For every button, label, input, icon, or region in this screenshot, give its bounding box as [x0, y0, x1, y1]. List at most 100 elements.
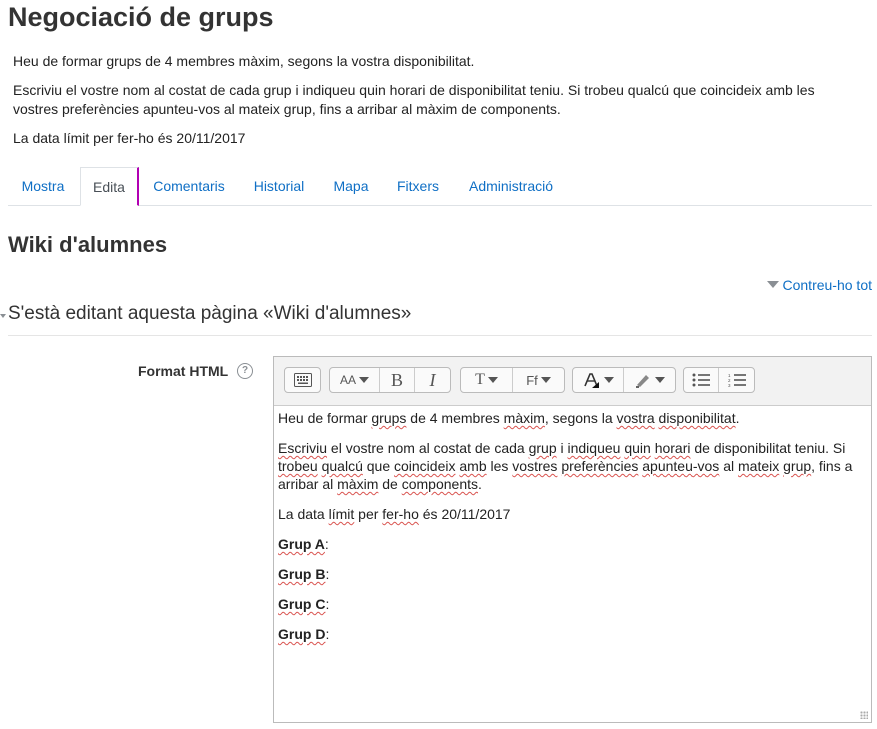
- font-size-caret-icon: [359, 377, 369, 383]
- intro-paragraph-3: La data límit per fer-ho és 20/11/2017: [13, 130, 246, 146]
- spelling-error: qualcú: [321, 458, 363, 474]
- spelling-error: coincideix: [394, 458, 456, 474]
- spelling-error: vostra: [616, 410, 655, 426]
- text-run: de 4 membres: [406, 410, 504, 426]
- spelling-error: fer-ho: [382, 506, 419, 522]
- html-editor: AA B I T Ff 1 2 3 Heu de formar grups de…: [273, 356, 872, 723]
- group-b-colon: :: [325, 566, 330, 582]
- tab-administracio[interactable]: Administració: [458, 167, 564, 205]
- toolbar-toggle-button[interactable]: [285, 368, 320, 392]
- text-color-icon: [583, 373, 599, 388]
- italic-button[interactable]: I: [415, 368, 450, 392]
- toolbar-group-format: T Ff: [460, 367, 565, 393]
- collapse-triangle-icon: [766, 281, 779, 288]
- spelling-error: indiqueu: [567, 440, 621, 456]
- spelling-error: màxim: [503, 410, 545, 426]
- spelling-error: mateix: [738, 458, 780, 474]
- group-a-label: Grup A: [278, 536, 325, 552]
- spelling-error: disponibilitat: [658, 410, 736, 426]
- ordered-list-button[interactable]: 1 2 3: [719, 368, 754, 392]
- keyboard-icon: [293, 373, 312, 387]
- section-toggle-icon[interactable]: [0, 314, 6, 318]
- bullet-list-icon: [692, 373, 710, 387]
- group-c-colon: :: [325, 596, 330, 612]
- highlight-button[interactable]: [624, 368, 675, 392]
- group-d-line: Grup D:: [278, 625, 868, 643]
- font-size-button[interactable]: AA: [330, 368, 380, 392]
- spelling-error: components: [401, 476, 479, 492]
- text-run: i: [556, 440, 568, 456]
- editor-paragraph-1: Heu de formar grups de 4 membres màxim, …: [278, 409, 868, 427]
- tab-historial[interactable]: Historial: [244, 167, 314, 205]
- collapse-all-link[interactable]: Contreu-ho tot: [766, 277, 873, 293]
- tab-comentaris[interactable]: Comentaris: [144, 167, 234, 205]
- text-run: de disponibilitat teniu. Si: [690, 440, 846, 456]
- font-family-button[interactable]: Ff: [513, 368, 564, 392]
- group-a-colon: :: [324, 536, 329, 552]
- editor-toolbar: AA B I T Ff 1 2 3: [274, 357, 871, 406]
- group-b-label: Grup B: [278, 566, 326, 582]
- text-run: les: [486, 458, 513, 474]
- legend-divider: [8, 335, 872, 336]
- bold-button[interactable]: B: [380, 368, 415, 392]
- help-icon[interactable]: ?: [237, 363, 253, 379]
- spelling-error: grup: [783, 458, 812, 474]
- collapse-all-label: Contreu-ho tot: [782, 277, 873, 293]
- intro-paragraph-1: Heu de formar grups de 4 membres màxim, …: [13, 53, 475, 69]
- heading-caret-icon: [487, 377, 498, 383]
- svg-text:3: 3: [728, 383, 731, 387]
- spelling-error: vostres: [512, 458, 558, 474]
- font-family-icon: Ff: [526, 372, 538, 388]
- intro-paragraph-2: Escriviu el vostre nom al costat de cada…: [13, 82, 815, 117]
- editing-legend[interactable]: S'està editant aquesta pàgina «Wiki d'al…: [8, 303, 411, 325]
- spelling-error: amb: [459, 458, 487, 474]
- group-d-label: Grup D: [278, 626, 326, 642]
- text-run: .: [735, 410, 740, 426]
- text-run: Heu de formar: [278, 410, 372, 426]
- editor-content[interactable]: Heu de formar grups de 4 membres màxim, …: [278, 409, 868, 655]
- numbered-list-icon: 1 2 3: [728, 373, 746, 387]
- text-color-button[interactable]: [573, 368, 624, 392]
- bold-icon: B: [390, 369, 403, 390]
- resize-handle-icon[interactable]: [860, 711, 868, 719]
- spelling-error: trobeu: [278, 458, 318, 474]
- text-run: és 20/11/2017: [418, 506, 511, 522]
- tab-mapa[interactable]: Mapa: [324, 167, 378, 205]
- spelling-error: grups: [371, 410, 407, 426]
- tab-edita[interactable]: Edita: [80, 167, 139, 206]
- toolbar-group-color: [572, 367, 676, 393]
- wiki-tabs: Mostra Edita Comentaris Historial Mapa F…: [8, 167, 872, 206]
- group-c-line: Grup C:: [278, 595, 868, 613]
- text-run: .: [478, 476, 482, 492]
- text-run: el vostre nom al costat de cada: [327, 440, 529, 456]
- tab-mostra[interactable]: Mostra: [8, 167, 78, 205]
- spelling-error: horari: [654, 440, 691, 456]
- spelling-error: grup: [528, 440, 557, 456]
- text-run: per: [354, 506, 383, 522]
- wiki-title: Wiki d'alumnes: [8, 232, 168, 257]
- toolbar-group-lists: 1 2 3: [683, 367, 755, 393]
- group-b-line: Grup B:: [278, 565, 868, 583]
- group-c-label: Grup C: [278, 596, 326, 612]
- heading-button[interactable]: T: [461, 368, 513, 392]
- highlighter-icon: [636, 375, 649, 388]
- unordered-list-button[interactable]: [684, 368, 719, 392]
- toolbar-group-style: AA B I: [329, 367, 451, 393]
- heading-icon: T: [475, 371, 485, 388]
- text-run: que: [362, 458, 394, 474]
- italic-icon: I: [429, 369, 436, 390]
- text-color-caret-icon: [603, 377, 614, 383]
- text-run: , segons la: [544, 410, 617, 426]
- font-family-caret-icon: [540, 377, 551, 383]
- spelling-error: preferències: [561, 458, 639, 474]
- tab-fitxers[interactable]: Fitxers: [388, 167, 448, 205]
- spelling-error: límit: [328, 506, 355, 522]
- text-run: La data: [278, 506, 329, 522]
- spelling-error: màxim: [337, 476, 379, 492]
- group-d-colon: :: [325, 626, 330, 642]
- text-run: al: [719, 458, 738, 474]
- page-title: Negociació de grups: [8, 2, 274, 32]
- intro-text: Heu de formar grups de 4 membres màxim, …: [13, 52, 853, 158]
- spelling-error: apunteu-vos: [642, 458, 720, 474]
- editor-paragraph-2: Escriviu el vostre nom al costat de cada…: [278, 439, 868, 493]
